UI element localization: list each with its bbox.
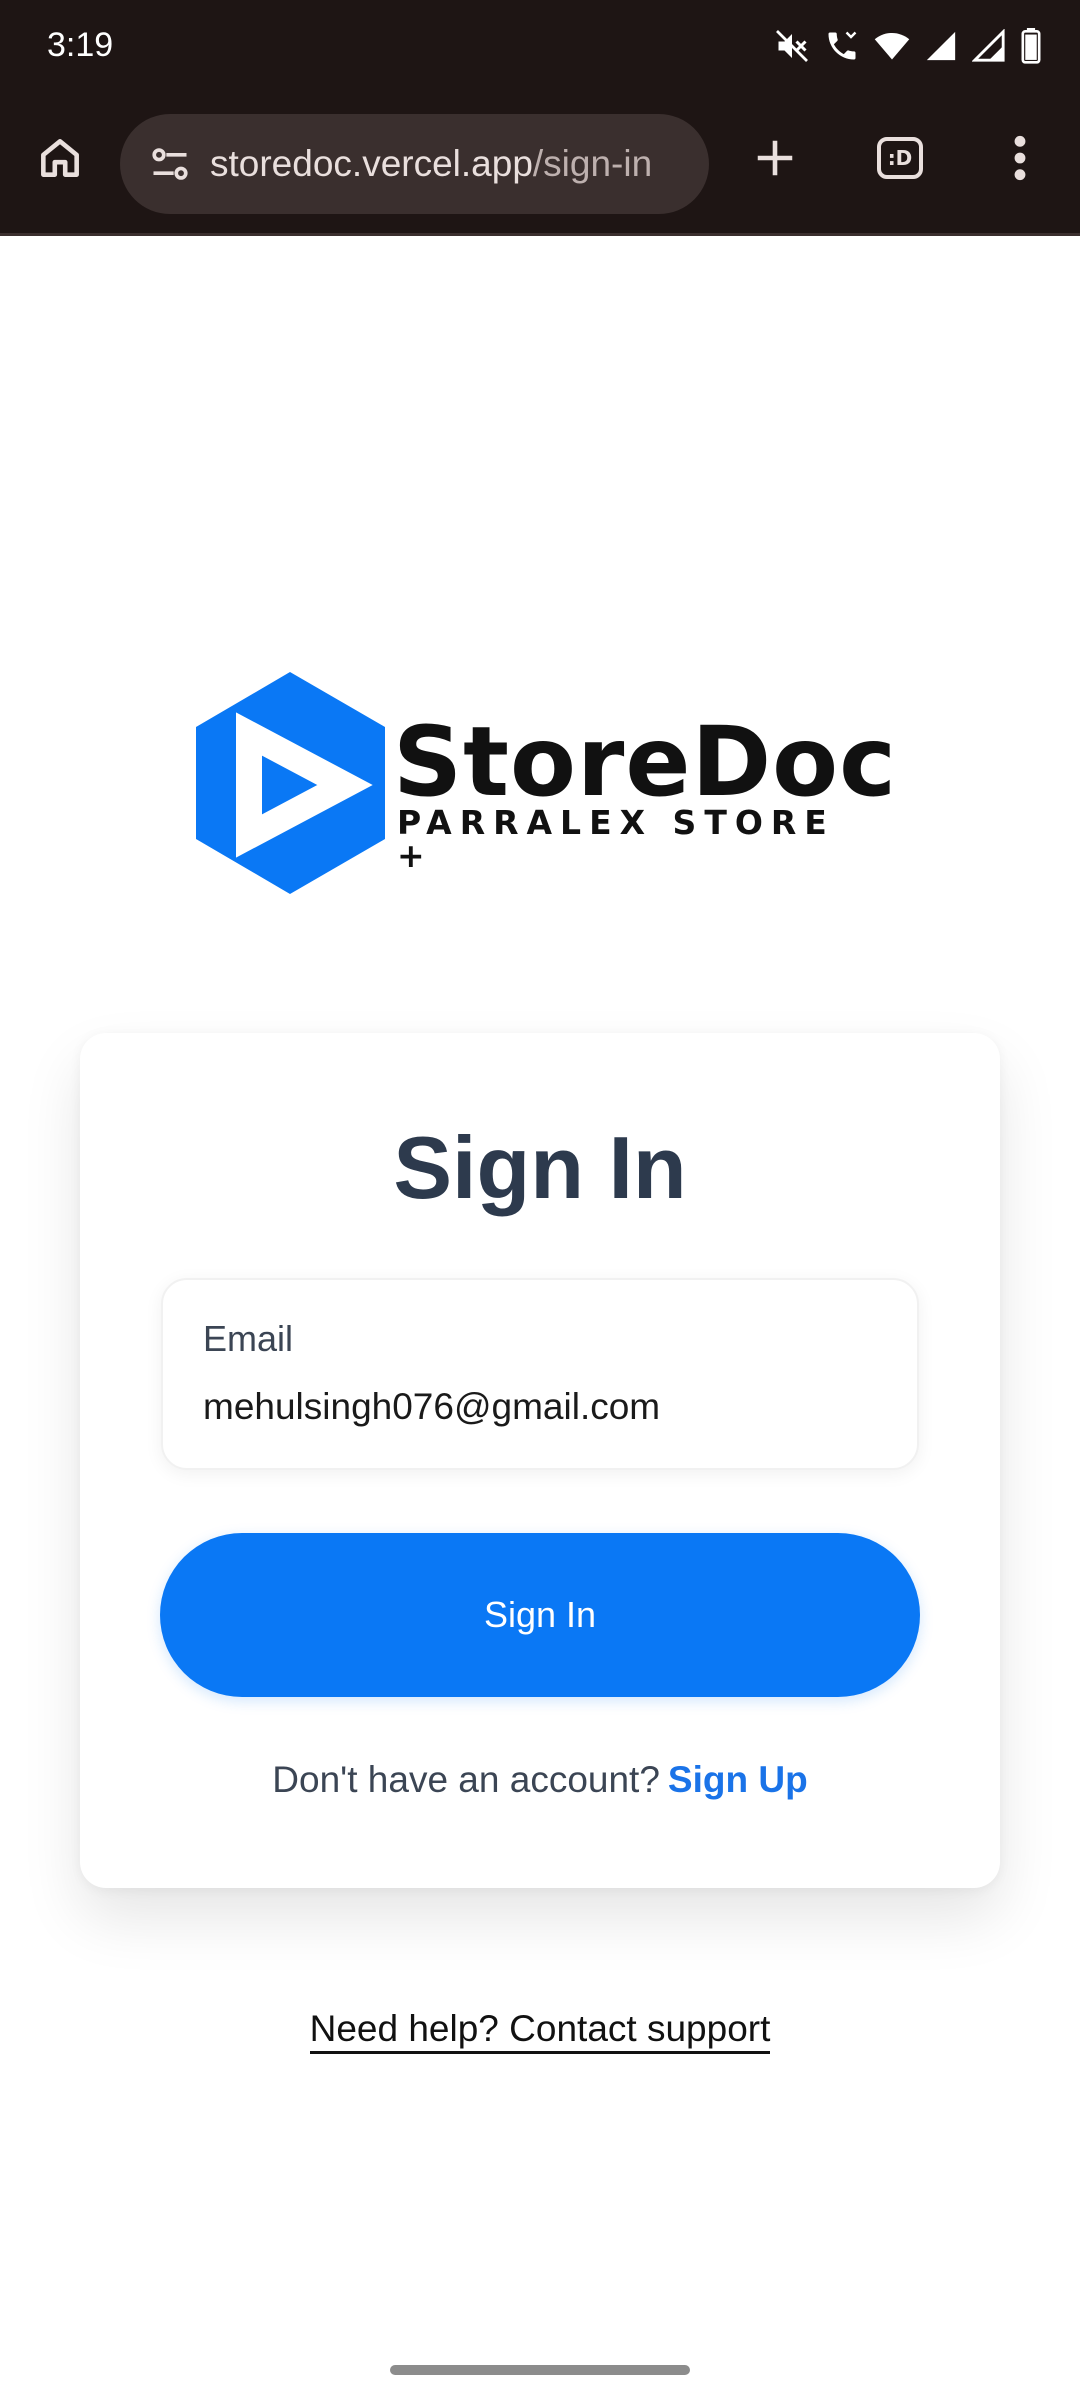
status-bar: 3:19 [0, 0, 1080, 92]
site-settings-icon[interactable] [140, 134, 200, 194]
browser-toolbar: storedoc.vercel.app/sign-in :D [0, 92, 1080, 236]
status-icons [774, 26, 1042, 66]
more-vert-icon [1014, 135, 1026, 181]
plus-icon [757, 140, 793, 176]
call-icon [824, 28, 860, 64]
url-host: storedoc.vercel.app [210, 143, 533, 184]
sign-in-card: Sign In Email mehulsingh076@gmail.com Si… [80, 1033, 1000, 1888]
tab-count: :D [877, 137, 923, 179]
logo-name: StoreDoc [393, 706, 897, 818]
address-bar[interactable]: storedoc.vercel.app/sign-in [120, 114, 709, 214]
mute-icon [774, 28, 810, 64]
support-row: Need help? Contact support [0, 2008, 1080, 2054]
no-account-text: Don't have an account? [272, 1759, 660, 1800]
signup-prompt: Don't have an account? Sign Up [80, 1759, 1000, 1801]
status-time: 3:19 [47, 26, 114, 64]
logo-tagline: PARRALEX STORE + [397, 803, 835, 875]
home-indicator[interactable] [390, 2365, 690, 2375]
new-tab-button[interactable] [745, 128, 805, 188]
battery-icon [1020, 28, 1042, 64]
tab-switcher-button[interactable]: :D [870, 128, 930, 188]
wifi-icon [874, 28, 910, 64]
signal-icon [924, 29, 958, 63]
sign-in-button[interactable]: Sign In [160, 1533, 920, 1697]
home-button[interactable] [30, 128, 90, 188]
email-label: Email [203, 1318, 294, 1359]
url-text: storedoc.vercel.app/sign-in [210, 143, 652, 185]
storedoc-logo: StoreDoc PARRALEX STORE + [193, 672, 896, 894]
url-path: /sign-in [532, 143, 653, 184]
page-title: Sign In [393, 1118, 687, 1217]
sign-up-link[interactable]: Sign Up [668, 1759, 808, 1800]
contact-support-link[interactable]: Need help? Contact support [309, 2008, 771, 2054]
signal-icon [972, 29, 1006, 63]
email-field[interactable]: Email mehulsingh076@gmail.com [161, 1278, 919, 1470]
more-menu-button[interactable] [990, 128, 1050, 188]
home-icon [41, 139, 79, 177]
email-input[interactable]: mehulsingh076@gmail.com [203, 1386, 660, 1428]
logo-mark-icon [196, 672, 385, 894]
